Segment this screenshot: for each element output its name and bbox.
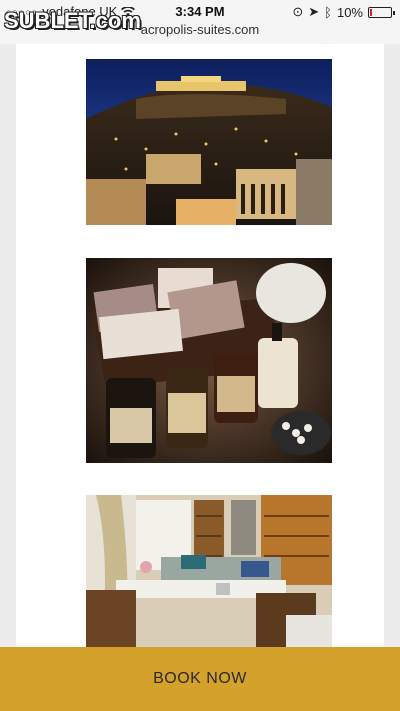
battery-percent: 10% xyxy=(336,4,363,20)
toiletries-basket-image xyxy=(86,258,332,463)
acropolis-night-image xyxy=(86,59,332,225)
book-now-label: BOOK NOW xyxy=(153,670,247,687)
gallery-photo-toiletries[interactable] xyxy=(86,258,332,463)
living-room-image xyxy=(86,495,332,654)
gallery-photo-living-room[interactable] xyxy=(86,495,332,654)
page-content xyxy=(16,44,384,654)
battery-icon xyxy=(368,6,395,18)
bluetooth-icon: ᛒ xyxy=(324,4,332,20)
sublet-watermark-logo: SUBLET.com xyxy=(4,8,141,33)
status-right: ⊙ ➤ ᛒ 10% xyxy=(292,4,395,20)
orientation-lock-icon: ⊙ xyxy=(292,4,304,19)
book-now-button[interactable]: BOOK NOW xyxy=(0,647,400,711)
gallery-photo-acropolis[interactable] xyxy=(86,59,332,225)
location-icon: ➤ xyxy=(308,4,320,19)
